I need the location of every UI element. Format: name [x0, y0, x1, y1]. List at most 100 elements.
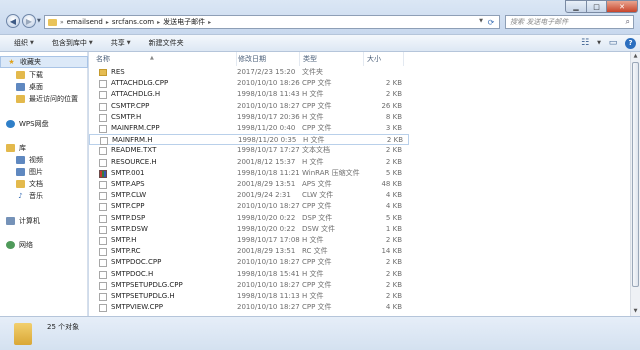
table-row[interactable]: README.TXT 1998/10/17 17:27 文本文档 2 KB — [89, 145, 409, 156]
sidebar-item-downloads[interactable]: 下载 — [0, 69, 88, 81]
recent-places-icon — [16, 95, 25, 103]
column-header-date[interactable]: 修改日期 — [235, 52, 300, 66]
sidebar-item-wps[interactable]: WPS网盘 — [0, 118, 88, 130]
sidebar-item-videos[interactable]: 视频 — [0, 154, 88, 166]
file-date: 1998/10/20 0:22 — [237, 213, 296, 222]
table-row[interactable]: RESOURCE.H 2001/8/12 15:37 H 文件 2 KB — [89, 157, 409, 168]
file-type: CPP 文件 — [302, 258, 332, 267]
table-row[interactable]: SMTP.001 1998/10/18 11:21 WinRAR 压缩文件 5 KB — [89, 168, 409, 179]
sidebar-item-favorites[interactable]: ★ 收藏夹 — [0, 56, 88, 68]
chevron-down-icon[interactable]: ▼ — [597, 40, 601, 46]
refresh-icon[interactable]: ⟳ — [485, 17, 497, 28]
file-size: 48 KB — [381, 180, 402, 188]
sidebar-item-label: 下载 — [29, 71, 43, 79]
table-row[interactable]: SMTPVIEW.CPP 2010/10/10 18:27 CPP 文件 4 KB — [89, 302, 409, 313]
file-type: 文本文档 — [302, 146, 330, 155]
table-row[interactable]: SMTP.DSP 1998/10/20 0:22 DSP 文件 5 KB — [89, 213, 409, 224]
file-date: 1998/10/18 15:41 — [237, 269, 300, 278]
file-name: SMTP.DSW — [111, 224, 148, 233]
column-header-name[interactable]: 名称 ▲ — [93, 52, 237, 66]
file-type: DSW 文件 — [302, 224, 335, 233]
table-row[interactable]: CSMTP.H 1998/10/17 20:36 H 文件 8 KB — [89, 112, 409, 123]
sidebar-item-music[interactable]: ♪ 音乐 — [0, 190, 88, 202]
command-bar: 组织 ▼ 包含到库中 ▼ 共享 ▼ 新建文件夹 ☷ ▼ ▭ ? — [0, 34, 640, 52]
table-row[interactable]: MAINFRM.H 1998/11/20 0:35 H 文件 2 KB — [89, 134, 409, 146]
chevron-right-icon[interactable]: ▸ — [157, 19, 160, 26]
table-row[interactable]: SMTPDOC.CPP 2010/10/10 18:27 CPP 文件 2 KB — [89, 257, 409, 268]
table-row[interactable]: ATTACHDLG.H 1998/10/18 11:43 H 文件 2 KB — [89, 89, 409, 100]
table-row[interactable]: RES 2017/2/23 15:20 文件夹 — [89, 67, 409, 78]
file-name: ATTACHDLG.H — [111, 90, 161, 99]
table-row[interactable]: SMTPSETUPDLG.CPP 2010/10/10 18:27 CPP 文件 2 … — [89, 280, 409, 291]
sidebar-item-network[interactable]: 网络 — [0, 239, 88, 251]
chevron-right-icon[interactable]: ▸ — [208, 19, 211, 26]
organize-menu[interactable]: 组织 ▼ — [14, 38, 34, 48]
recent-pages-dropdown[interactable]: ▼ — [37, 18, 41, 24]
sidebar-item-label: 音乐 — [29, 192, 43, 200]
file-size: 14 KB — [381, 247, 402, 256]
chevron-right-icon[interactable]: ▸ — [106, 19, 109, 26]
view-options-icon[interactable]: ☷ — [579, 37, 591, 49]
address-bar[interactable]: » emailsend ▸ srcfans.com ▸ 发送电子邮件 ▸ ▼ ⟳ — [44, 15, 500, 29]
table-row[interactable]: MAINFRM.CPP 1998/11/20 0:40 CPP 文件 3 KB — [89, 123, 409, 134]
file-date: 2010/10/10 18:27 — [237, 303, 300, 312]
forward-button[interactable]: ▶ — [22, 14, 36, 28]
maximize-button[interactable]: □ — [586, 0, 607, 13]
file-date: 2001/9/24 2:31 — [237, 191, 291, 200]
sidebar-item-label: 库 — [19, 144, 26, 152]
sidebar-item-desktop[interactable]: 桌面 — [0, 81, 88, 93]
network-icon — [6, 241, 15, 249]
file-date: 1998/10/18 11:21 — [237, 168, 300, 177]
column-header-label: 名称 — [96, 55, 110, 63]
column-header-size[interactable]: 大小 — [364, 52, 404, 66]
scroll-down-icon[interactable]: ▼ — [631, 307, 640, 316]
file-name: SMTPSETUPDLG.CPP — [111, 280, 183, 289]
breadcrumb-emailsend[interactable]: emailsend — [67, 18, 103, 26]
table-row[interactable]: ATTACHDLG.CPP 2010/10/10 18:26 CPP 文件 2 KB — [89, 78, 409, 89]
table-row[interactable]: SMTPSETUPDLG.H 1998/10/18 11:13 H 文件 2 KB — [89, 291, 409, 302]
file-date: 2010/10/10 18:27 — [237, 280, 300, 289]
close-button[interactable]: ✕ — [606, 0, 638, 13]
table-row[interactable]: SMTP.RC 2001/8/29 13:51 RC 文件 14 KB — [89, 246, 409, 257]
file-size: 2 KB — [385, 292, 402, 300]
table-row[interactable]: SMTP.H 1998/10/17 17:08 H 文件 2 KB — [89, 235, 409, 246]
help-icon[interactable]: ? — [625, 37, 636, 49]
file-type: CPP 文件 — [302, 303, 332, 312]
table-row[interactable]: SMTP.CPP 2010/10/10 18:27 CPP 文件 4 KB — [89, 201, 409, 212]
file-type: APS 文件 — [302, 180, 332, 188]
file-size: 26 KB — [381, 101, 402, 110]
file-type: DSP 文件 — [302, 213, 333, 222]
address-dropdown-icon[interactable]: ▼ — [479, 18, 483, 24]
breadcrumb-srcfans[interactable]: srcfans.com — [112, 18, 154, 26]
table-row[interactable]: SMTP.CLW 2001/9/24 2:31 CLW 文件 4 KB — [89, 190, 409, 201]
preview-pane-icon[interactable]: ▭ — [607, 37, 619, 49]
scroll-thumb[interactable] — [632, 62, 639, 287]
sidebar-item-computer[interactable]: 计算机 — [0, 215, 88, 227]
table-row[interactable]: SMTP.DSW 1998/10/20 0:22 DSW 文件 1 KB — [89, 224, 409, 235]
vertical-scrollbar[interactable]: ▲ ▼ — [630, 52, 640, 316]
column-header-type[interactable]: 类型 — [300, 52, 364, 66]
include-in-library-menu[interactable]: 包含到库中 ▼ — [52, 38, 93, 48]
search-input[interactable]: 搜索 发送电子邮件 ⌕ — [505, 15, 634, 29]
minimize-button[interactable]: ▁ — [565, 0, 587, 13]
search-icon[interactable]: ⌕ — [626, 17, 630, 27]
sidebar-item-pictures[interactable]: 图片 — [0, 166, 88, 178]
file-icon — [99, 281, 107, 290]
title-bar: ◀ ▶ ▼ » emailsend ▸ srcfans.com ▸ 发送电子邮件… — [0, 0, 640, 34]
file-size: 5 KB — [385, 168, 402, 177]
file-name: SMTP.CLW — [111, 191, 147, 200]
table-row[interactable]: SMTP.APS 2001/8/29 13:51 APS 文件 48 KB — [89, 179, 409, 190]
sidebar-item-documents[interactable]: 文档 — [0, 178, 88, 190]
chevron-right-icon: » — [60, 18, 64, 26]
new-folder-button[interactable]: 新建文件夹 — [149, 38, 184, 48]
table-row[interactable]: SMTPDOC.H 1998/10/18 15:41 H 文件 2 KB — [89, 269, 409, 280]
share-menu[interactable]: 共享 ▼ — [111, 38, 131, 48]
file-name: CSMTP.CPP — [111, 101, 150, 110]
breadcrumb-current[interactable]: 发送电子邮件 — [163, 17, 205, 27]
scroll-up-icon[interactable]: ▲ — [631, 52, 640, 61]
sidebar-item-recent[interactable]: 最近访问的位置 — [0, 93, 88, 105]
file-type: H 文件 — [302, 292, 324, 300]
sidebar-item-libraries[interactable]: 库 — [0, 142, 88, 154]
table-row[interactable]: CSMTP.CPP 2010/10/10 18:27 CPP 文件 26 KB — [89, 101, 409, 112]
back-button[interactable]: ◀ — [6, 14, 20, 28]
